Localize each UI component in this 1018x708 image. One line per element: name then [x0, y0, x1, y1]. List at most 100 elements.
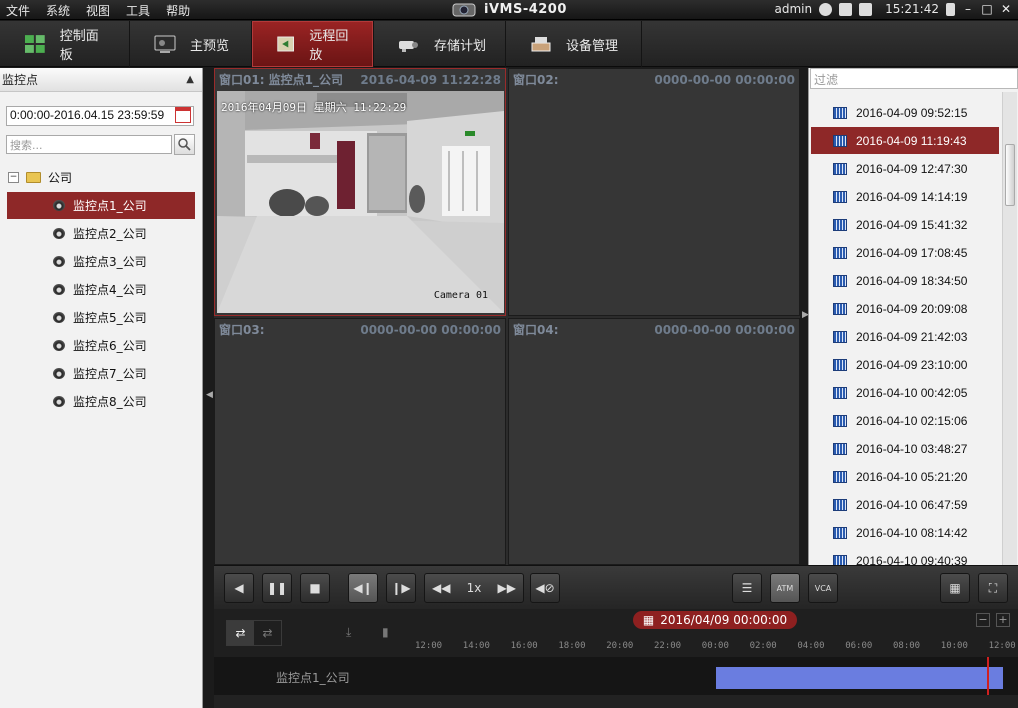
- maximize-icon[interactable]: □: [981, 2, 993, 16]
- tree-root-label: 公司: [48, 171, 73, 185]
- video-pane-2[interactable]: 窗口02: 0000-00-00 00:00:00: [508, 68, 800, 316]
- atm-button[interactable]: ATM: [770, 573, 800, 603]
- camera-icon: [53, 340, 65, 351]
- search-input[interactable]: 搜索...: [6, 135, 172, 154]
- film-icon: [833, 218, 847, 231]
- record-item[interactable]: 2016-04-09 17:08:45: [811, 239, 999, 266]
- film-icon: [833, 526, 847, 539]
- menu-system[interactable]: 系统: [46, 2, 70, 19]
- pause-button[interactable]: ❚❚: [262, 573, 292, 603]
- record-item[interactable]: 2016-04-09 18:34:50: [811, 267, 999, 294]
- menu-tools[interactable]: 工具: [126, 2, 150, 19]
- menu-help[interactable]: 帮助: [166, 2, 190, 19]
- menu-file[interactable]: 文件: [6, 2, 30, 19]
- camera-tree-item[interactable]: 监控点3_公司: [7, 248, 195, 275]
- camera-label: 监控点3_公司: [73, 255, 147, 269]
- frame-back-button[interactable]: ◀❙: [348, 573, 378, 603]
- camera-label: 监控点7_公司: [73, 367, 147, 381]
- playhead[interactable]: [987, 657, 989, 695]
- record-item[interactable]: 2016-04-10 03:48:27: [811, 435, 999, 462]
- scrollbar-thumb[interactable]: [1005, 144, 1015, 206]
- camera-label: 监控点8_公司: [73, 395, 147, 409]
- record-item[interactable]: 2016-04-10 00:42:05: [811, 379, 999, 406]
- zoom-out-icon[interactable]: −: [976, 613, 990, 627]
- video-pane-3[interactable]: 窗口03: 0000-00-00 00:00:00: [214, 318, 506, 565]
- layout-grid-icon: ▦: [949, 581, 961, 595]
- record-item[interactable]: 2016-04-10 08:14:42: [811, 519, 999, 546]
- camera-tree-item[interactable]: 监控点4_公司: [7, 276, 195, 303]
- film-icon: [833, 414, 847, 427]
- record-item[interactable]: 2016-04-09 20:09:08: [811, 295, 999, 322]
- tab-remote-playback[interactable]: 远程回放: [252, 21, 374, 67]
- time-range-field[interactable]: 0:00:00-2016.04.15 23:59:59: [6, 106, 194, 126]
- record-item[interactable]: 2016-04-09 21:42:03: [811, 323, 999, 350]
- collapse-up-icon[interactable]: ▲: [186, 74, 194, 85]
- record-item[interactable]: 2016-04-09 12:47:30: [811, 155, 999, 182]
- sliders-alt-icon[interactable]: ⇄: [254, 621, 281, 645]
- play-reverse-button[interactable]: ◀: [224, 573, 254, 603]
- timeline-track[interactable]: 监控点1_公司: [214, 657, 1018, 695]
- tree-root-node[interactable]: − 公司: [8, 169, 72, 186]
- pane-timestamp: 0000-00-00 00:00:00: [360, 322, 501, 337]
- camera-tree-item[interactable]: 监控点6_公司: [7, 332, 195, 359]
- keyboard-icon[interactable]: [859, 2, 873, 16]
- record-time: 2016-04-09 18:34:50: [856, 273, 968, 288]
- vca-button[interactable]: VCA: [808, 573, 838, 603]
- record-list-scrollbar[interactable]: [1002, 92, 1017, 565]
- minimize-icon[interactable]: –: [962, 2, 974, 16]
- speed-control: ◀◀ 1x ▶▶: [424, 573, 524, 603]
- record-item[interactable]: 2016-04-09 09:52:15: [811, 99, 999, 126]
- camera-tree-item[interactable]: 监控点2_公司: [7, 220, 195, 247]
- close-icon[interactable]: ✕: [1000, 2, 1012, 16]
- collapse-left-icon[interactable]: ◀: [206, 390, 213, 400]
- camera-tree-item[interactable]: 监控点8_公司: [7, 388, 195, 415]
- film-icon: [833, 106, 847, 119]
- frame-back-icon: ◀❙: [353, 581, 373, 595]
- menu-view[interactable]: 视图: [86, 2, 110, 19]
- layout-button[interactable]: ▦: [940, 573, 970, 603]
- filter-input[interactable]: 过滤: [810, 68, 1018, 89]
- record-item[interactable]: 2016-04-10 06:47:59: [811, 491, 999, 518]
- recording-segment[interactable]: [716, 667, 1003, 689]
- record-item[interactable]: 2016-04-10 05:21:20: [811, 463, 999, 490]
- tab-label: 控制面板: [59, 29, 99, 63]
- zoom-in-icon[interactable]: +: [996, 613, 1010, 627]
- camera-label: 监控点4_公司: [73, 283, 147, 297]
- record-item[interactable]: 2016-04-10 02:15:06: [811, 407, 999, 434]
- fullscreen-button[interactable]: ⛶: [978, 573, 1008, 603]
- username[interactable]: admin: [774, 2, 812, 16]
- video-pane-4[interactable]: 窗口04: 0000-00-00 00:00:00: [508, 318, 800, 565]
- lock-icon[interactable]: [946, 2, 955, 16]
- tab-control-panel[interactable]: 控制面板: [0, 21, 130, 67]
- device-icon: [531, 37, 551, 52]
- record-list-button[interactable]: ☰: [732, 573, 762, 603]
- calendar-icon[interactable]: [175, 107, 191, 123]
- tab-storage-schedule[interactable]: 存储计划: [374, 21, 506, 67]
- camera-tree-item[interactable]: 监控点7_公司: [7, 360, 195, 387]
- sliders-icon[interactable]: ⇄: [227, 621, 254, 645]
- record-time: 2016-04-10 06:47:59: [856, 497, 968, 512]
- record-item[interactable]: 2016-04-09 14:14:19: [811, 183, 999, 210]
- slow-down-icon[interactable]: ◀◀: [432, 581, 450, 595]
- camera-tree-item[interactable]: 监控点5_公司: [7, 304, 195, 331]
- office-scene-image: [217, 91, 504, 313]
- tab-main-preview[interactable]: 主预览: [130, 21, 252, 67]
- record-item[interactable]: 2016-04-09 15:41:32: [811, 211, 999, 238]
- camera-tree-item[interactable]: 监控点1_公司: [7, 192, 195, 219]
- tab-device-management[interactable]: 设备管理: [506, 21, 642, 67]
- globe-icon[interactable]: [819, 2, 833, 16]
- video-pane-1[interactable]: 窗口01: 监控点1_公司 2016-04-09 11:22:28 2016年0…: [214, 68, 506, 316]
- collapse-icon[interactable]: −: [8, 172, 19, 183]
- download-icon[interactable]: ⤓: [346, 625, 351, 640]
- bookmark-icon[interactable]: ▮: [382, 625, 389, 639]
- frame-forward-button[interactable]: ❙▶: [386, 573, 416, 603]
- record-item[interactable]: 2016-04-09 11:19:43: [811, 127, 999, 154]
- record-item[interactable]: 2016-04-09 23:10:00: [811, 351, 999, 378]
- folder-icon: [26, 172, 41, 183]
- speed-up-icon[interactable]: ▶▶: [498, 581, 516, 595]
- timeline-date-picker[interactable]: ▦ 2016/04/09 00:00:00: [633, 611, 797, 629]
- mute-button[interactable]: ◀⊘: [530, 573, 560, 603]
- cpu-icon[interactable]: [839, 2, 853, 16]
- stop-button[interactable]: ■: [300, 573, 330, 603]
- search-button[interactable]: [174, 134, 195, 155]
